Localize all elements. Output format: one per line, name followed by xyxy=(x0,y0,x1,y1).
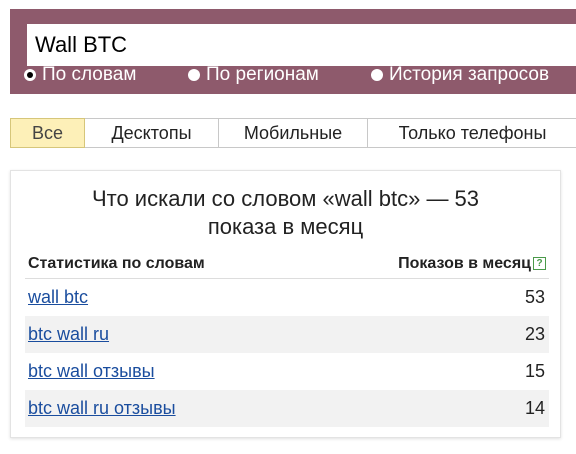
tab-label: Мобильные xyxy=(243,122,343,143)
mode-history[interactable]: История запросов xyxy=(371,62,549,88)
column-header-count-label: Показов в месяц xyxy=(398,255,531,272)
tab-label: Только телефоны xyxy=(398,122,547,143)
help-icon[interactable]: ? xyxy=(533,257,546,270)
search-mode-group: По словам По регионам История запросов xyxy=(24,62,576,88)
radio-checked-icon[interactable] xyxy=(24,69,36,81)
phrase-link[interactable]: wall btc xyxy=(25,287,88,308)
search-panel: По словам По регионам История запросов xyxy=(10,9,576,94)
tab-desktops[interactable]: Десктопы xyxy=(85,118,219,148)
column-header-words: Статистика по словам xyxy=(28,255,205,272)
tab-label: Десктопы xyxy=(111,122,192,143)
table-row: btc wall ru 23 xyxy=(25,316,549,353)
tab-all[interactable]: Все xyxy=(10,118,85,148)
column-header-count: Показов в месяц? xyxy=(398,255,546,273)
table-row: btc wall ru отзывы 14 xyxy=(25,390,549,427)
mode-label: История запросов xyxy=(389,64,550,85)
word-stats-panel: Что искали со словом «wall btc» — 53 пок… xyxy=(10,170,561,438)
device-tabs: Все Десктопы Мобильные Только телефоны xyxy=(10,118,576,150)
title-line-2: показа в месяц xyxy=(207,214,364,239)
impressions-count: 53 xyxy=(524,287,545,307)
mode-label: По регионам xyxy=(206,64,319,85)
phrase-link[interactable]: btc wall ru xyxy=(25,324,109,345)
panel-title: Что искали со словом «wall btc» — 53 пок… xyxy=(11,185,560,241)
search-input[interactable] xyxy=(27,24,576,66)
phrase-link[interactable]: btc wall ru отзывы xyxy=(25,398,176,419)
mode-by-words[interactable]: По словам xyxy=(24,62,136,88)
table-row: wall btc 53 xyxy=(25,279,549,316)
tab-mobile[interactable]: Мобильные xyxy=(219,118,368,148)
radio-unchecked-icon[interactable] xyxy=(371,69,383,81)
tab-phones-only[interactable]: Только телефоны xyxy=(368,118,576,148)
phrase-link[interactable]: btc wall отзывы xyxy=(25,361,155,382)
radio-unchecked-icon[interactable] xyxy=(188,69,200,81)
table-row: btc wall отзывы 15 xyxy=(25,353,549,390)
title-line-1: Что искали со словом «wall btc» — 53 xyxy=(91,186,480,211)
tab-label: Все xyxy=(31,122,64,143)
impressions-count: 23 xyxy=(524,324,545,344)
impressions-count: 15 xyxy=(524,361,545,381)
mode-label: По словам xyxy=(42,64,137,85)
mode-by-regions[interactable]: По регионам xyxy=(188,62,319,88)
impressions-count: 14 xyxy=(524,398,545,418)
